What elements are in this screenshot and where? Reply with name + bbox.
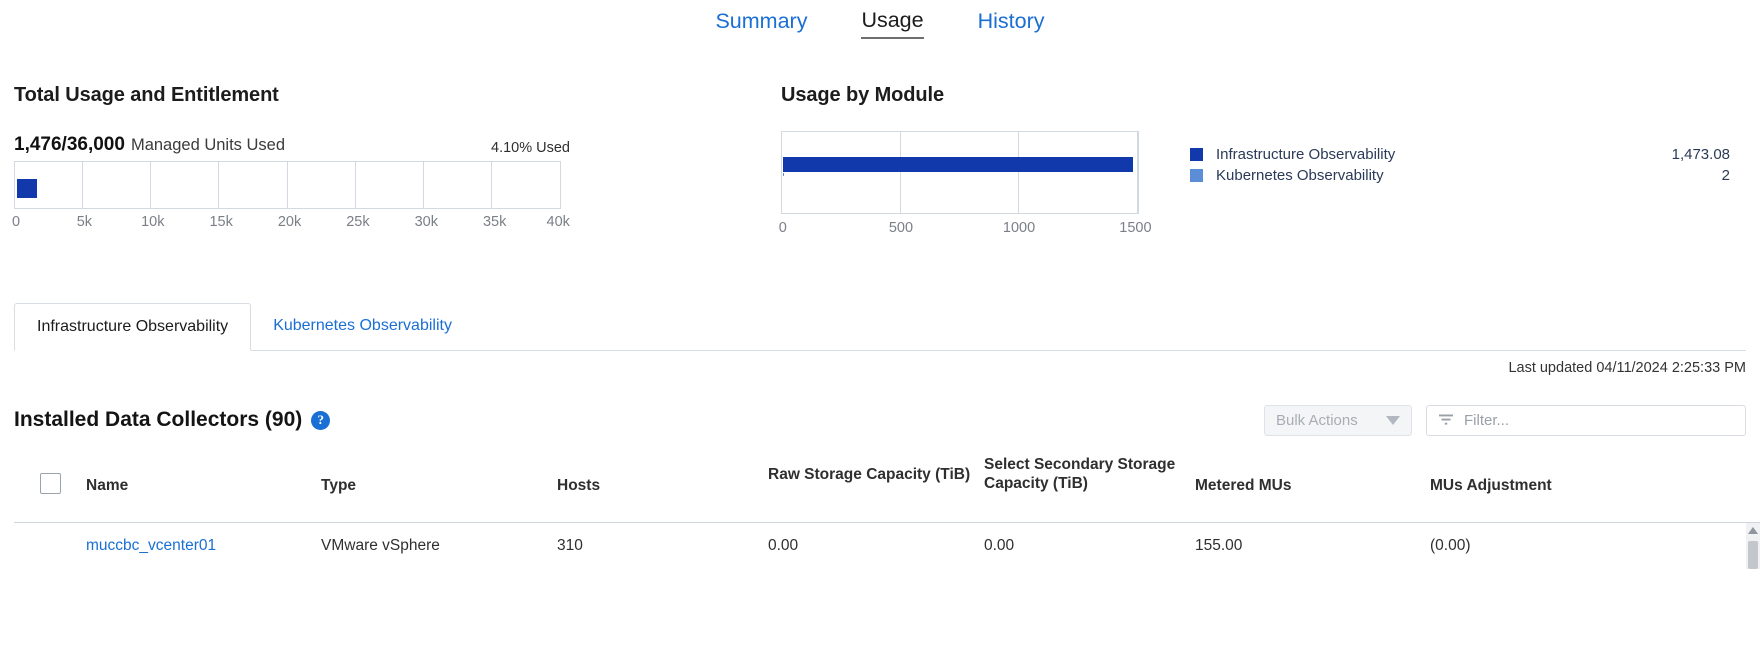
collector-raw-storage: 0.00 — [768, 537, 984, 555]
filter-input[interactable]: Filter... — [1426, 405, 1746, 436]
table-body: muccbc_vcenter01 VMware vSphere 310 0.00… — [14, 523, 1760, 569]
bulk-actions-label: Bulk Actions — [1276, 412, 1358, 429]
total-usage-summary: 1,476/36,000 Managed Units Used 4.10% Us… — [14, 134, 574, 156]
axis-tick: 15k — [209, 214, 232, 230]
collectors-header: Installed Data Collectors (90) ? Bulk Ac… — [14, 400, 1746, 440]
last-updated-label: Last updated 04/11/2024 2:25:33 PM — [1508, 360, 1746, 376]
axis-tick: 35k — [483, 214, 506, 230]
column-header-metered-mus[interactable]: Metered MUs — [1195, 455, 1430, 495]
axis-tick: 5k — [77, 214, 92, 230]
tab-summary[interactable]: Summary — [715, 9, 807, 38]
subtab-kubernetes-observability[interactable]: Kubernetes Observability — [251, 302, 474, 350]
tab-history[interactable]: History — [978, 9, 1045, 38]
column-header-mus-adjustment[interactable]: MUs Adjustment — [1430, 455, 1660, 495]
column-header-secondary-storage[interactable]: Select Secondary Storage Capacity (TiB) — [984, 455, 1195, 493]
top-tab-bar: Summary Usage History — [0, 0, 1760, 46]
usage-by-module-title: Usage by Module — [781, 84, 1741, 107]
column-header-type[interactable]: Type — [321, 455, 557, 495]
chevron-down-icon — [1386, 416, 1400, 425]
usage-by-module-legend: Infrastructure Observability 1,473.08 Ku… — [1190, 144, 1730, 186]
axis-tick: 1500 — [1119, 220, 1151, 236]
column-header-name[interactable]: Name — [86, 455, 321, 495]
axis-tick: 0 — [779, 220, 787, 236]
axis-tick: 1000 — [1003, 220, 1035, 236]
axis-tick: 30k — [415, 214, 438, 230]
percent-used-label: 4.10% Used — [491, 140, 570, 156]
legend-swatch-icon — [1190, 169, 1203, 182]
bar-infrastructure-observability — [783, 157, 1133, 172]
table-row[interactable]: muccbc_vcenter01 VMware vSphere 310 0.00… — [14, 523, 1760, 569]
axis-tick: 20k — [278, 214, 301, 230]
total-usage-section: Total Usage and Entitlement 1,476/36,000… — [14, 84, 574, 240]
bar-kubernetes-observability — [783, 173, 784, 176]
column-header-raw-storage[interactable]: Raw Storage Capacity (TiB) — [768, 455, 984, 484]
axis-tick: 40k — [547, 214, 570, 230]
bulk-actions-button[interactable]: Bulk Actions — [1264, 405, 1412, 436]
total-usage-gauge — [14, 161, 561, 209]
collector-metered-mus: 155.00 — [1195, 537, 1430, 555]
usage-page: Summary Usage History Total Usage and En… — [0, 0, 1760, 655]
table-scrollbar[interactable] — [1746, 523, 1760, 569]
table-header-row: Name Type Hosts Raw Storage Capacity (Ti… — [14, 455, 1760, 523]
legend-value: 2 — [1610, 167, 1730, 184]
usage-by-module-axis: 0 500 1000 1500 — [781, 220, 1139, 246]
select-all-cell — [14, 455, 86, 494]
collector-name-link[interactable]: muccbc_vcenter01 — [86, 537, 321, 555]
module-tab-bar: Infrastructure Observability Kubernetes … — [14, 303, 1746, 351]
legend-swatch-icon — [1190, 148, 1203, 161]
collector-type: VMware vSphere — [321, 537, 557, 555]
total-usage-axis: 0 5k 10k 15k 20k 25k 30k 35k 40k — [14, 214, 561, 240]
axis-tick: 0 — [12, 214, 20, 230]
help-icon[interactable]: ? — [311, 411, 330, 430]
legend-value: 1,473.08 — [1610, 146, 1730, 163]
collector-hosts: 310 — [557, 537, 768, 555]
axis-tick: 25k — [346, 214, 369, 230]
managed-units-label: Managed Units Used — [131, 136, 285, 155]
usage-by-module-section: Usage by Module 0 500 1000 1500 Infrastr… — [781, 84, 1741, 246]
select-all-checkbox[interactable] — [40, 473, 61, 494]
axis-tick: 500 — [889, 220, 913, 236]
usage-by-module-chart — [781, 131, 1139, 214]
legend-label: Kubernetes Observability — [1216, 167, 1610, 184]
subtab-infrastructure-observability[interactable]: Infrastructure Observability — [14, 303, 251, 351]
managed-units-value: 1,476/36,000 — [14, 134, 125, 156]
legend-label: Infrastructure Observability — [1216, 146, 1610, 163]
axis-tick: 10k — [141, 214, 164, 230]
collectors-title: Installed Data Collectors (90) — [14, 408, 302, 432]
collectors-toolbar: Bulk Actions Filter... — [1264, 405, 1746, 436]
scroll-up-icon[interactable] — [1748, 527, 1758, 534]
collector-secondary-storage: 0.00 — [984, 537, 1195, 555]
total-usage-title: Total Usage and Entitlement — [14, 84, 574, 107]
usage-gauge-fill — [17, 179, 37, 198]
legend-item[interactable]: Infrastructure Observability 1,473.08 — [1190, 144, 1730, 165]
tab-usage[interactable]: Usage — [861, 8, 923, 39]
collector-mus-adjustment: (0.00) — [1430, 537, 1660, 555]
scrollbar-thumb[interactable] — [1748, 541, 1758, 569]
column-header-hosts[interactable]: Hosts — [557, 455, 768, 495]
filter-placeholder: Filter... — [1464, 412, 1509, 429]
filter-icon — [1437, 411, 1455, 429]
collectors-table: Name Type Hosts Raw Storage Capacity (Ti… — [14, 455, 1760, 569]
legend-item[interactable]: Kubernetes Observability 2 — [1190, 165, 1730, 186]
